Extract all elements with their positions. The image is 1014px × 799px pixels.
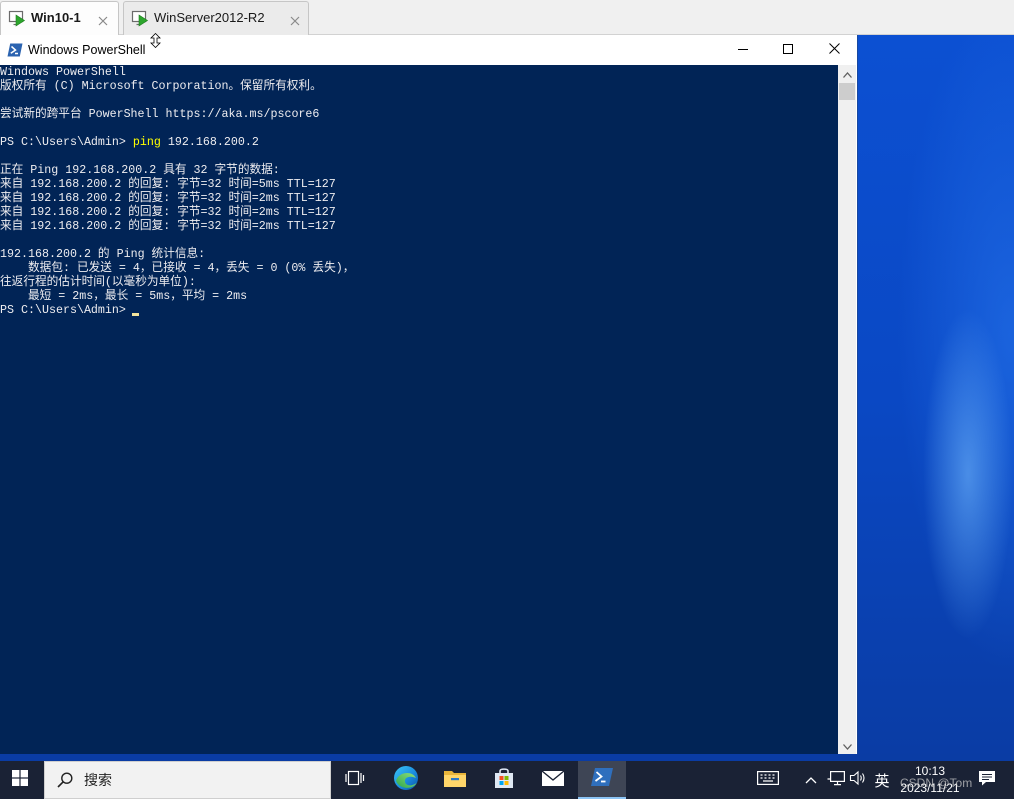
taskbar-app-file-explorer[interactable] — [431, 761, 479, 799]
show-hidden-icons-button[interactable] — [800, 761, 822, 799]
console-line: 最短 = 2ms，最长 = 5ms，平均 = 2ms — [0, 289, 248, 303]
vm-tab-label: Win10-1 — [31, 10, 81, 25]
minimize-icon — [738, 41, 748, 59]
network-icon — [827, 770, 846, 791]
volume-icon — [849, 770, 867, 791]
close-icon[interactable] — [290, 13, 300, 26]
ping-reply-line: 来自 192.168.200.2 的回复: 字节=32 时间=2ms TTL=1… — [0, 191, 336, 205]
mouse-cursor-icon — [150, 32, 161, 49]
folder-icon — [443, 768, 467, 793]
mail-icon — [541, 769, 565, 792]
watermark: CSDN @Tom — [900, 776, 973, 790]
command-name: ping — [132, 135, 161, 149]
search-placeholder: 搜索 — [84, 772, 112, 788]
vm-tab-win10[interactable]: Win10-1 — [0, 1, 119, 35]
ping-reply-line: 来自 192.168.200.2 的回复: 字节=32 时间=5ms TTL=1… — [0, 177, 336, 191]
windows-logo-icon — [12, 769, 28, 791]
window-title: Windows PowerShell — [28, 43, 146, 57]
close-window-button[interactable] — [811, 35, 857, 65]
text-cursor — [132, 313, 139, 316]
task-view-button[interactable] — [331, 761, 379, 799]
window-title-bar[interactable]: Windows PowerShell — [0, 35, 857, 65]
chevron-up-icon — [842, 65, 852, 83]
vertical-scrollbar[interactable] — [838, 65, 856, 754]
vm-tab-bar: Win10-1 WinServer2012-R2 — [0, 0, 1014, 35]
powershell-icon[interactable] — [7, 43, 23, 57]
store-icon — [493, 767, 515, 794]
search-icon — [57, 772, 73, 788]
prompt: PS C:\Users\Admin> — [0, 303, 126, 317]
scroll-up-button[interactable] — [838, 65, 856, 82]
command-line: PS C:\Users\Admin> ping 192.168.200.2 — [0, 135, 838, 149]
volume-button[interactable] — [847, 761, 869, 799]
maximize-icon — [783, 41, 793, 59]
taskbar: 搜索 英 10:13 2023/11/21 — [0, 761, 1014, 799]
start-button[interactable] — [0, 761, 40, 799]
taskbar-app-edge[interactable] — [382, 761, 430, 799]
vm-tab-winserver2012[interactable]: WinServer2012-R2 — [123, 1, 309, 35]
touch-keyboard-button[interactable] — [755, 761, 781, 799]
edge-icon — [393, 765, 419, 796]
vm-running-icon — [131, 9, 149, 27]
close-icon[interactable] — [98, 13, 108, 26]
console-output[interactable]: Windows PowerShell 版权所有 (C) Microsoft Co… — [0, 65, 838, 754]
console-line: 数据包: 已发送 = 4，已接收 = 4，丢失 = 0 (0% 丢失)， — [0, 261, 355, 275]
current-prompt-line: PS C:\Users\Admin> — [0, 303, 838, 317]
maximize-button[interactable] — [765, 35, 811, 65]
taskbar-app-powershell[interactable] — [578, 761, 626, 799]
touch-keyboard-icon — [757, 770, 779, 791]
scroll-down-button[interactable] — [838, 737, 856, 754]
console-line: 版权所有 (C) Microsoft Corporation。保留所有权利。 — [0, 79, 322, 93]
command-args: 192.168.200.2 — [167, 135, 259, 149]
task-view-icon — [345, 769, 365, 792]
prompt: PS C:\Users\Admin> — [0, 135, 126, 149]
ping-reply-line: 来自 192.168.200.2 的回复: 字节=32 时间=2ms TTL=1… — [0, 219, 336, 233]
notification-icon — [977, 769, 997, 792]
console-line: 正在 Ping 192.168.200.2 具有 32 字节的数据: — [0, 163, 280, 177]
ime-label: 英 — [874, 772, 890, 790]
taskbar-search-box[interactable]: 搜索 — [44, 761, 331, 799]
ping-reply-line: 来自 192.168.200.2 的回复: 字节=32 时间=2ms TTL=1… — [0, 205, 336, 219]
vm-tab-label: WinServer2012-R2 — [154, 10, 265, 25]
close-icon — [828, 41, 840, 59]
powershell-window: Windows PowerShell Windows PowerShell 版权… — [0, 35, 857, 754]
chevron-down-icon — [842, 737, 852, 755]
console-line: 192.168.200.2 的 Ping 统计信息: — [0, 247, 206, 261]
console-line: 尝试新的跨平台 PowerShell https://aka.ms/pscore… — [0, 107, 320, 121]
scrollbar-thumb[interactable] — [839, 83, 855, 100]
powershell-icon — [590, 766, 614, 793]
taskbar-app-mail[interactable] — [529, 761, 577, 799]
console-line: 往返行程的估计时间(以毫秒为单位): — [0, 275, 196, 289]
input-method-indicator[interactable]: 英 — [871, 761, 893, 799]
vm-running-icon — [8, 9, 26, 27]
network-button[interactable] — [825, 761, 847, 799]
console-line: Windows PowerShell — [0, 65, 126, 79]
taskbar-app-store[interactable] — [480, 761, 528, 799]
chevron-up-icon — [805, 771, 817, 789]
minimize-button[interactable] — [720, 35, 766, 65]
action-center-button[interactable] — [974, 761, 1000, 799]
